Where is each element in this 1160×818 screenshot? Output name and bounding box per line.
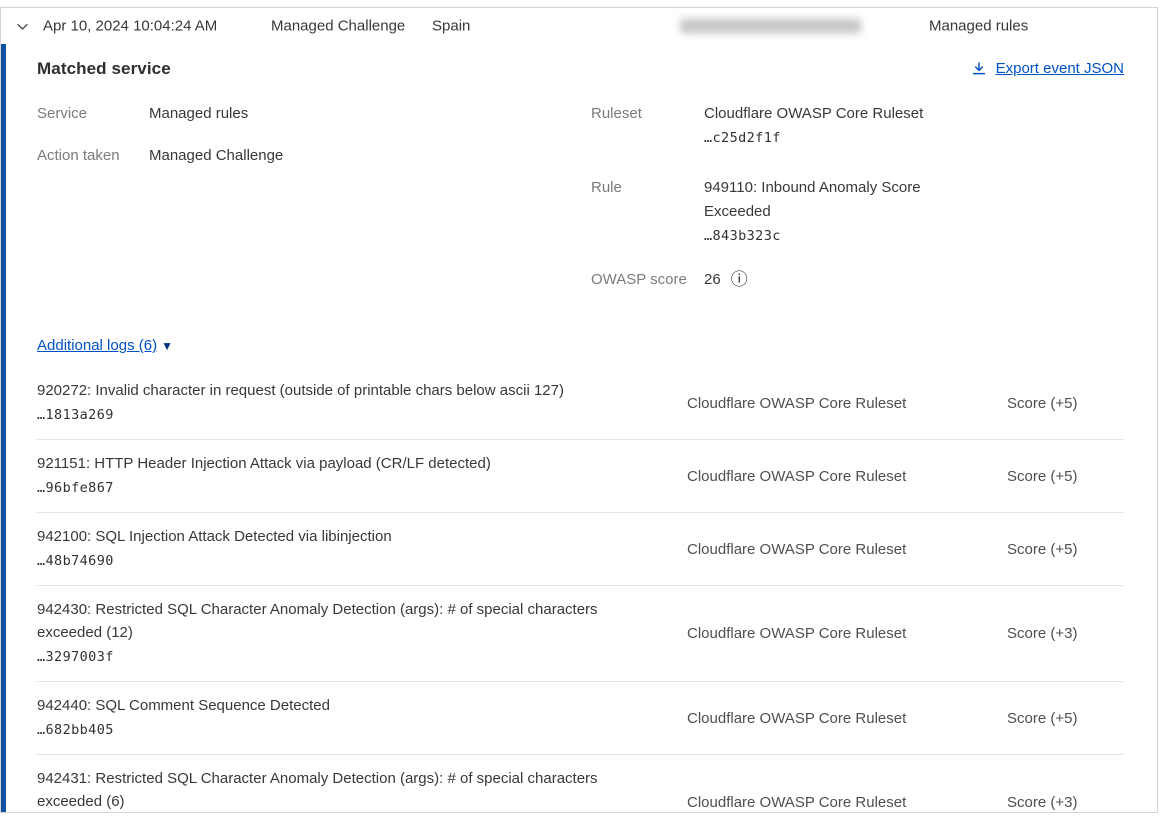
log-rule-hash: …1813a269 [37,403,687,427]
export-event-json-link[interactable]: Export event JSON [971,60,1124,77]
additional-logs-table: 920272: Invalid character in request (ou… [37,367,1124,812]
panel-title: Matched service [37,59,171,79]
field-ruleset-hash: …c25d2f1f [704,126,956,150]
collapse-chevron-icon[interactable] [13,17,31,35]
log-score: Score (+5) [1007,541,1077,558]
event-timestamp: Apr 10, 2024 10:04:24 AM [43,18,217,35]
event-summary-row[interactable]: Apr 10, 2024 10:04:24 AM Managed Challen… [1,8,1157,44]
download-icon [971,61,987,77]
event-row-container: Apr 10, 2024 10:04:24 AM Managed Challen… [0,7,1158,813]
field-service: Service Managed rules [37,102,591,126]
log-row: 942430: Restricted SQL Character Anomaly… [37,586,1124,682]
redacted-value [680,19,861,34]
additional-logs-toggle[interactable]: Additional logs (6) [37,337,157,354]
export-event-json-label: Export event JSON [996,60,1124,77]
field-service-value: Managed rules [149,102,248,126]
event-service: Managed rules [929,18,1028,35]
event-country: Spain [432,18,470,35]
triangle-down-icon[interactable]: ▼ [161,340,173,352]
info-icon[interactable]: ⓘ [731,272,748,289]
field-ruleset-value: Cloudflare OWASP Core Ruleset [704,102,956,126]
log-rule-description: 942440: SQL Comment Sequence Detected [37,694,637,717]
field-rule: Rule 949110: Inbound Anomaly Score Excee… [591,176,956,248]
log-rule-hash: …3297003f [37,645,687,669]
field-rule-value: 949110: Inbound Anomaly Score Exceeded [704,176,956,224]
log-row: 921151: HTTP Header Injection Attack via… [37,440,1124,513]
log-rule-hash: …48b74690 [37,549,687,573]
field-owasp-score-label: OWASP score [591,268,704,292]
log-rule-description: 942100: SQL Injection Attack Detected vi… [37,525,637,548]
field-ruleset-label: Ruleset [591,102,704,150]
log-rule-description: 920272: Invalid character in request (ou… [37,379,637,402]
field-service-label: Service [37,102,149,126]
field-ruleset: Ruleset Cloudflare OWASP Core Ruleset …c… [591,102,956,150]
log-score: Score (+5) [1007,395,1077,412]
log-row: 920272: Invalid character in request (ou… [37,367,1124,440]
field-action-taken-label: Action taken [37,144,149,168]
log-score: Score (+5) [1007,468,1077,485]
log-rule-description: 942431: Restricted SQL Character Anomaly… [37,767,637,812]
log-ruleset: Cloudflare OWASP Core Ruleset [687,625,1007,642]
event-action: Managed Challenge [271,18,405,35]
log-rule-hash: …682bb405 [37,718,687,742]
field-action-taken-value: Managed Challenge [149,144,283,168]
field-owasp-score-value: 26 [704,268,721,292]
log-row: 942440: SQL Comment Sequence Detected …6… [37,682,1124,755]
log-rule-description: 942430: Restricted SQL Character Anomaly… [37,598,637,644]
log-ruleset: Cloudflare OWASP Core Ruleset [687,794,1007,811]
log-score: Score (+3) [1007,794,1077,811]
event-detail-panel: Matched service Export event JSON Servic… [6,44,1157,812]
field-rule-label: Rule [591,176,704,248]
log-row: 942100: SQL Injection Attack Detected vi… [37,513,1124,586]
field-owasp-score: OWASP score 26 ⓘ [591,268,956,292]
log-rule-description: 921151: HTTP Header Injection Attack via… [37,452,637,475]
log-score: Score (+5) [1007,710,1077,727]
log-ruleset: Cloudflare OWASP Core Ruleset [687,395,1007,412]
log-row: 942431: Restricted SQL Character Anomaly… [37,755,1124,812]
field-rule-hash: …843b323c [704,224,956,248]
log-ruleset: Cloudflare OWASP Core Ruleset [687,710,1007,727]
log-ruleset: Cloudflare OWASP Core Ruleset [687,541,1007,558]
log-score: Score (+3) [1007,625,1077,642]
log-rule-hash: …96bfe867 [37,476,687,500]
log-ruleset: Cloudflare OWASP Core Ruleset [687,468,1007,485]
field-action-taken: Action taken Managed Challenge [37,144,591,168]
